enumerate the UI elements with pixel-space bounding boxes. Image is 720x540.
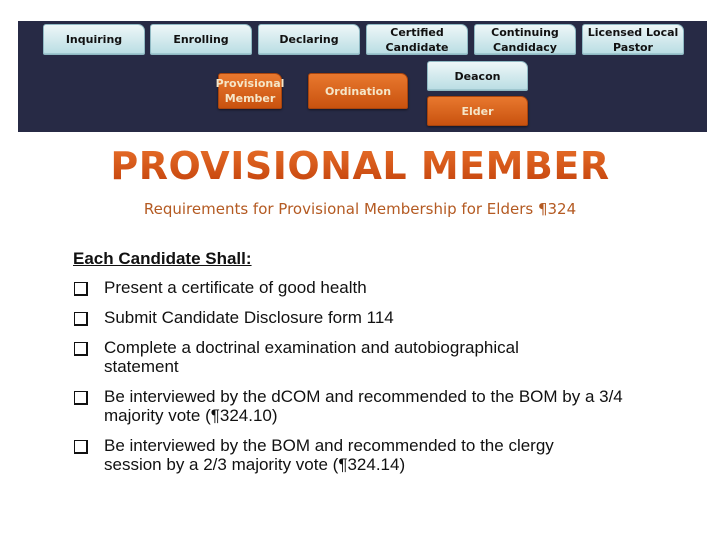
nav-button-provisional-member[interactable]: Provisional Member: [216, 73, 284, 109]
nav-button-elder[interactable]: Elder: [427, 96, 528, 126]
nav-button-enrolling[interactable]: Enrolling: [150, 24, 252, 55]
page-subtitle: Requirements for Provisional Membership …: [143, 200, 577, 218]
nav-button-deacon[interactable]: Deacon: [427, 61, 528, 91]
checkbox-icon: [74, 342, 88, 356]
nav-button-declaring[interactable]: Declaring: [258, 24, 360, 55]
requirement-text: Be interviewed by the BOM and recommende…: [104, 436, 554, 474]
requirement-item: Be interviewed by the BOM and recommende…: [73, 436, 673, 474]
requirement-text: Complete a doctrinal examination and aut…: [104, 338, 519, 376]
nav-button-continuing-candidacy[interactable]: Continuing Candidacy: [474, 24, 576, 55]
requirement-item: Complete a doctrinal examination and aut…: [73, 338, 673, 376]
nav-button-licensed-local-pastor[interactable]: Licensed Local Pastor: [582, 24, 684, 55]
checkbox-icon: [74, 391, 88, 405]
requirement-text: Be interviewed by the dCOM and recommend…: [104, 387, 623, 425]
nav-button-inquiring[interactable]: Inquiring: [43, 24, 145, 55]
checkbox-icon: [74, 440, 88, 454]
page-title: PROVISIONAL MEMBER: [0, 144, 720, 188]
checkbox-icon: [74, 312, 88, 326]
requirements-list: Present a certificate of good health Sub…: [73, 278, 673, 485]
requirement-item: Be interviewed by the dCOM and recommend…: [73, 387, 673, 425]
requirement-item: Submit Candidate Disclosure form 114: [73, 308, 673, 327]
nav-button-certified-candidate[interactable]: Certified Candidate: [366, 24, 468, 55]
checkbox-icon: [74, 282, 88, 296]
requirement-text: Submit Candidate Disclosure form 114: [104, 308, 394, 327]
requirement-text: Present a certificate of good health: [104, 278, 367, 297]
nav-button-ordination[interactable]: Ordination: [308, 73, 408, 109]
requirement-item: Present a certificate of good health: [73, 278, 673, 297]
requirements-heading: Each Candidate Shall:: [73, 249, 252, 268]
